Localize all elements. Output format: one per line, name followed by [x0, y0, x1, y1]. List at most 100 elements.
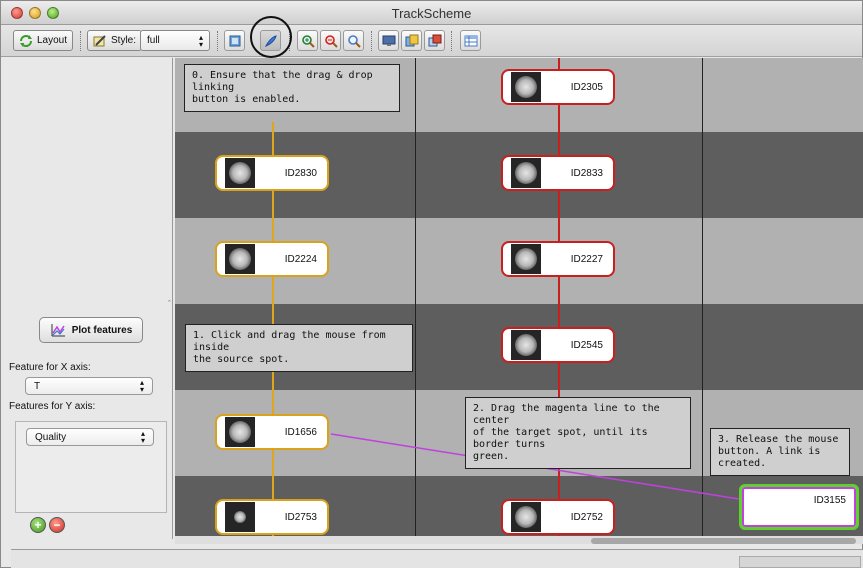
branch-folding-button[interactable] — [424, 30, 445, 51]
magnifier-icon — [347, 34, 361, 48]
note-line: the source spot. — [193, 354, 290, 365]
splitter-handle-icon[interactable]: ˆ — [168, 299, 171, 309]
layout-button[interactable]: Layout — [13, 30, 74, 51]
spot-id-label: ID3155 — [813, 494, 846, 506]
display-icon — [229, 35, 240, 46]
toolbar: Layout Style: full ▴ ▾ — [1, 25, 862, 57]
instruction-note-0: 0. Ensure that the drag & drop linking b… — [184, 64, 400, 112]
style-label: Style: — [111, 35, 137, 46]
toolbar-separator — [451, 31, 452, 51]
spot-id-label: ID2830 — [284, 167, 317, 179]
refresh-arrows-icon — [20, 34, 32, 47]
spot-thumbnail — [511, 158, 541, 188]
spot-id2305[interactable]: ID2305 — [501, 69, 615, 105]
link-feather-icon — [264, 34, 277, 47]
instruction-note-2: 2. Drag the magenta line to the center o… — [465, 397, 691, 469]
spot-thumbnail — [511, 330, 541, 360]
feature-x-select[interactable]: T ▴ ▾ — [25, 377, 153, 395]
note-line: of the target spot, until its border tur… — [473, 427, 648, 450]
status-progress-field — [739, 556, 861, 568]
feature-x-value: T — [34, 380, 41, 392]
title-bar: TrackScheme — [1, 1, 862, 25]
spot-thumbnail — [511, 72, 541, 102]
table-icon — [464, 35, 477, 46]
toolbar-separator — [289, 31, 290, 51]
note-line: 3. Release the mouse — [718, 434, 839, 445]
toolbar-separator — [80, 31, 81, 51]
layout-label: Layout — [37, 35, 68, 46]
toolbar-separator — [217, 31, 218, 51]
spot-id-label: ID2224 — [284, 253, 317, 265]
plot-features-button[interactable]: Plot features — [39, 317, 143, 343]
zoom-in-button[interactable] — [297, 30, 318, 51]
spot-id-label: ID1656 — [284, 426, 317, 438]
instruction-note-1: 1. Click and drag the mouse from inside … — [185, 324, 413, 372]
spot-thumbnail — [511, 502, 541, 532]
select-arrows-icon: ▴ ▾ — [139, 378, 144, 394]
select-arrows-icon: ▴ ▾ — [140, 429, 145, 445]
spot-id-label: ID2305 — [570, 81, 603, 93]
palette-icon — [405, 34, 418, 46]
monitor-icon — [382, 35, 395, 46]
status-bar — [11, 549, 863, 568]
spot-id-label: ID2753 — [284, 511, 317, 523]
spot-id-label: ID2545 — [570, 339, 603, 351]
left-side-panel: ˆ Plot features Feature for X axis: T ▴ ▾… — [1, 58, 173, 539]
spot-id-label: ID2752 — [570, 511, 603, 523]
windows-stack-icon — [428, 34, 441, 46]
save-image-button[interactable] — [378, 30, 399, 51]
select-style-button[interactable] — [401, 30, 422, 51]
note-line: green. — [473, 451, 510, 462]
note-line: 1. Click and drag the mouse from inside — [193, 330, 386, 353]
pencil-style-icon — [93, 34, 106, 46]
trackscheme-window: TrackScheme Layout Style: full ▴ ▾ ˆ Plo… — [0, 0, 863, 568]
zoom-out-button[interactable] — [320, 30, 341, 51]
style-button[interactable]: Style: — [87, 30, 143, 51]
zoom-fit-button[interactable] — [343, 30, 364, 51]
spot-id2224[interactable]: ID2224 — [215, 241, 329, 277]
zoom-out-icon — [324, 34, 338, 48]
plus-icon: + — [34, 518, 42, 532]
style-select[interactable]: full ▴ ▾ — [140, 30, 210, 51]
chart-icon — [51, 324, 65, 337]
horizontal-scrollbar-thumb[interactable] — [591, 538, 856, 544]
add-feature-button[interactable]: + — [30, 517, 46, 533]
spot-id2833[interactable]: ID2833 — [501, 155, 615, 191]
note-line: 0. Ensure that the drag & drop linking — [192, 70, 373, 93]
spot-id2545[interactable]: ID2545 — [501, 327, 615, 363]
spot-id-label: ID2833 — [570, 167, 603, 179]
trackscheme-canvas[interactable]: 0. Ensure that the drag & drop linking b… — [175, 58, 863, 536]
feature-x-label: Feature for X axis: — [9, 362, 91, 373]
spot-thumbnail — [225, 244, 255, 274]
instruction-note-3: 3. Release the mouse button. A link is c… — [710, 428, 850, 476]
spot-id1656[interactable]: ID1656 — [215, 414, 329, 450]
spot-id2830[interactable]: ID2830 — [215, 155, 329, 191]
toolbar-separator — [371, 31, 372, 51]
remove-feature-button[interactable]: − — [49, 517, 65, 533]
feature-y-value: Quality — [35, 431, 67, 443]
spot-thumbnail — [225, 158, 255, 188]
minus-icon: − — [53, 518, 61, 532]
drag-and-drop-linking-button[interactable] — [260, 30, 281, 51]
show-table-button[interactable] — [460, 30, 481, 51]
select-arrows-icon: ▴ ▾ — [198, 32, 203, 49]
feature-y-select[interactable]: Quality ▴ ▾ — [26, 428, 154, 446]
capture-display-button[interactable] — [224, 30, 245, 51]
zoom-in-icon — [301, 34, 315, 48]
style-select-value: full — [147, 35, 160, 46]
spot-id2753[interactable]: ID2753 — [215, 499, 329, 535]
feature-y-label: Features for Y axis: — [9, 401, 96, 412]
spot-id2752[interactable]: ID2752 — [501, 499, 615, 535]
note-line: 2. Drag the magenta line to the center — [473, 403, 660, 426]
spot-thumbnail — [225, 502, 255, 532]
spot-id2227[interactable]: ID2227 — [501, 241, 615, 277]
plot-features-label: Plot features — [71, 324, 133, 336]
spot-id3155-target[interactable]: ID3155 — [739, 484, 859, 530]
spot-thumbnail — [225, 417, 255, 447]
window-title: TrackScheme — [391, 6, 472, 21]
y-features-container: Quality ▴ ▾ — [15, 421, 167, 513]
note-line: button is enabled. — [192, 94, 301, 105]
note-line: button. A link is created. — [718, 446, 821, 469]
spot-id-label: ID2227 — [570, 253, 603, 265]
spot-thumbnail — [511, 244, 541, 274]
